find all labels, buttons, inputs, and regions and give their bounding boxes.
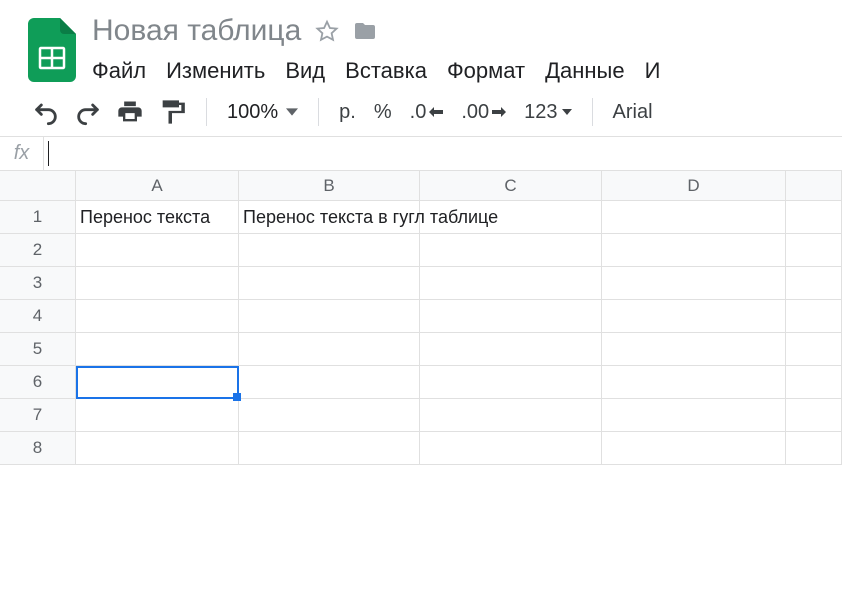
cell-A5[interactable] bbox=[76, 333, 239, 366]
cell-D7[interactable] bbox=[602, 399, 786, 432]
folder-icon[interactable] bbox=[353, 19, 377, 43]
cell-B7[interactable] bbox=[239, 399, 420, 432]
cell-D2[interactable] bbox=[602, 234, 786, 267]
cell-E1[interactable] bbox=[786, 201, 842, 234]
col-header-C[interactable]: C bbox=[420, 171, 602, 201]
formula-bar: fx bbox=[0, 137, 842, 171]
cell-B1[interactable]: Перенос текста в гугл таблице bbox=[239, 201, 420, 234]
cell-C5[interactable] bbox=[420, 333, 602, 366]
cell-C7[interactable] bbox=[420, 399, 602, 432]
menu-more[interactable]: И bbox=[645, 58, 661, 84]
col-header-E[interactable] bbox=[786, 171, 842, 201]
cell-E3[interactable] bbox=[786, 267, 842, 300]
cell-A8[interactable] bbox=[76, 432, 239, 465]
doc-title[interactable]: Новая таблица bbox=[92, 14, 301, 48]
cell-A7[interactable] bbox=[76, 399, 239, 432]
cell-B3[interactable] bbox=[239, 267, 420, 300]
menu-view[interactable]: Вид bbox=[285, 58, 325, 84]
cell-A1[interactable]: Перенос текста bbox=[76, 201, 239, 234]
formula-input[interactable] bbox=[49, 137, 842, 170]
cell-C8[interactable] bbox=[420, 432, 602, 465]
star-icon[interactable] bbox=[315, 19, 339, 43]
menu-file[interactable]: Файл bbox=[92, 58, 146, 84]
menu-format[interactable]: Формат bbox=[447, 58, 525, 84]
cell-C4[interactable] bbox=[420, 300, 602, 333]
menu-data[interactable]: Данные bbox=[545, 58, 624, 84]
cell-D4[interactable] bbox=[602, 300, 786, 333]
toolbar-separator bbox=[318, 98, 319, 126]
dec-decrease-label: .0 bbox=[410, 101, 427, 124]
cell-A6[interactable] bbox=[76, 366, 239, 399]
row-header-3[interactable]: 3 bbox=[0, 267, 76, 300]
cell-C2[interactable] bbox=[420, 234, 602, 267]
format-currency[interactable]: р. bbox=[339, 101, 356, 124]
select-all-corner[interactable] bbox=[0, 171, 76, 201]
menu-insert[interactable]: Вставка bbox=[345, 58, 427, 84]
cell-D3[interactable] bbox=[602, 267, 786, 300]
dec-increase-label: .00 bbox=[461, 101, 489, 124]
caret-down-icon bbox=[286, 101, 298, 124]
cell-D1[interactable] bbox=[602, 201, 786, 234]
cell-E2[interactable] bbox=[786, 234, 842, 267]
col-header-D[interactable]: D bbox=[602, 171, 786, 201]
zoom-value: 100% bbox=[227, 101, 278, 124]
sheet-grid: A B C D 1 Перенос текста Перенос текста … bbox=[0, 171, 842, 465]
format-number-label: 123 bbox=[524, 101, 557, 124]
cell-E8[interactable] bbox=[786, 432, 842, 465]
col-header-B[interactable]: B bbox=[239, 171, 420, 201]
cell-B8[interactable] bbox=[239, 432, 420, 465]
menu-bar: Файл Изменить Вид Вставка Формат Данные … bbox=[92, 54, 660, 84]
format-percent[interactable]: % bbox=[374, 101, 392, 124]
menu-edit[interactable]: Изменить bbox=[166, 58, 265, 84]
cell-B1-content: Перенос текста в гугл таблице bbox=[243, 207, 498, 228]
fx-label: fx bbox=[0, 137, 44, 170]
redo-icon[interactable] bbox=[74, 98, 102, 126]
cell-E6[interactable] bbox=[786, 366, 842, 399]
row-header-8[interactable]: 8 bbox=[0, 432, 76, 465]
cell-D5[interactable] bbox=[602, 333, 786, 366]
paint-format-icon[interactable] bbox=[158, 98, 186, 126]
cell-B4[interactable] bbox=[239, 300, 420, 333]
sheets-logo-icon[interactable] bbox=[28, 18, 76, 82]
cell-B6[interactable] bbox=[239, 366, 420, 399]
format-dec-increase[interactable]: .00 bbox=[461, 101, 506, 124]
font-family-dropdown[interactable]: Arial bbox=[613, 101, 653, 124]
row-header-5[interactable]: 5 bbox=[0, 333, 76, 366]
format-dec-decrease[interactable]: .0 bbox=[410, 101, 444, 124]
cell-A3[interactable] bbox=[76, 267, 239, 300]
cell-B2[interactable] bbox=[239, 234, 420, 267]
cell-C6[interactable] bbox=[420, 366, 602, 399]
row-header-7[interactable]: 7 bbox=[0, 399, 76, 432]
row-header-2[interactable]: 2 bbox=[0, 234, 76, 267]
zoom-dropdown[interactable]: 100% bbox=[227, 101, 298, 124]
row-header-4[interactable]: 4 bbox=[0, 300, 76, 333]
cell-E7[interactable] bbox=[786, 399, 842, 432]
col-header-A[interactable]: A bbox=[76, 171, 239, 201]
cell-A2[interactable] bbox=[76, 234, 239, 267]
print-icon[interactable] bbox=[116, 98, 144, 126]
toolbar: 100% р. % .0 .00 123 Arial bbox=[0, 84, 842, 137]
cell-D6[interactable] bbox=[602, 366, 786, 399]
cell-E5[interactable] bbox=[786, 333, 842, 366]
cell-B5[interactable] bbox=[239, 333, 420, 366]
cell-A4[interactable] bbox=[76, 300, 239, 333]
toolbar-separator bbox=[206, 98, 207, 126]
row-header-1[interactable]: 1 bbox=[0, 201, 76, 234]
undo-icon[interactable] bbox=[32, 98, 60, 126]
toolbar-separator bbox=[592, 98, 593, 126]
cell-C3[interactable] bbox=[420, 267, 602, 300]
cell-D8[interactable] bbox=[602, 432, 786, 465]
cell-E4[interactable] bbox=[786, 300, 842, 333]
format-number-dropdown[interactable]: 123 bbox=[524, 101, 571, 124]
row-header-6[interactable]: 6 bbox=[0, 366, 76, 399]
